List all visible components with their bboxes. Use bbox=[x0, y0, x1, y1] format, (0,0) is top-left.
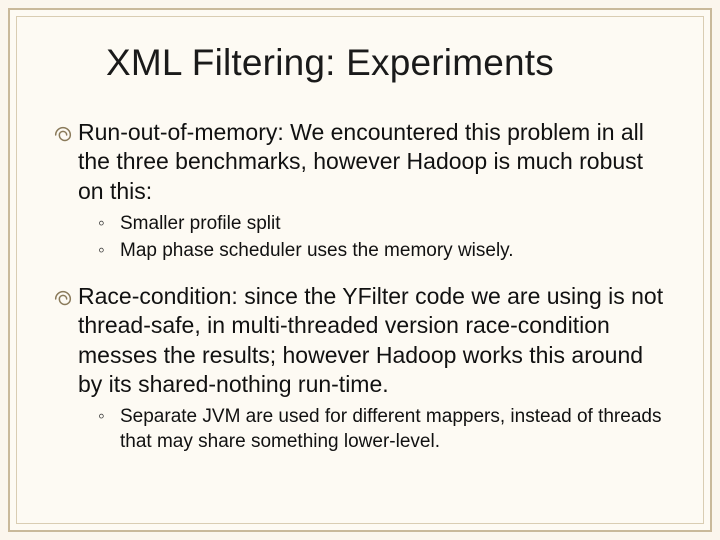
swirl-bullet-icon bbox=[52, 288, 74, 310]
slide-frame: XML Filtering: Experiments Run-out-of-me… bbox=[8, 8, 712, 532]
sub-bullet-icon: ◦ bbox=[98, 405, 114, 430]
sub-text: Separate JVM are used for different mapp… bbox=[120, 405, 668, 454]
sub-item: ◦ Smaller profile split bbox=[98, 212, 668, 237]
bullet-text: Run-out-of-memory: We encountered this p… bbox=[78, 118, 668, 206]
bullet-item: Race-condition: since the YFilter code w… bbox=[52, 282, 668, 400]
bullet-text: Race-condition: since the YFilter code w… bbox=[78, 282, 668, 400]
bullet-item: Run-out-of-memory: We encountered this p… bbox=[52, 118, 668, 206]
sub-list: ◦ Smaller profile split ◦ Map phase sche… bbox=[98, 212, 668, 263]
sub-bullet-icon: ◦ bbox=[98, 239, 114, 264]
sub-list: ◦ Separate JVM are used for different ma… bbox=[98, 405, 668, 454]
swirl-bullet-icon bbox=[52, 124, 74, 146]
sub-text: Smaller profile split bbox=[120, 212, 281, 237]
sub-bullet-icon: ◦ bbox=[98, 212, 114, 237]
sub-item: ◦ Map phase scheduler uses the memory wi… bbox=[98, 239, 668, 264]
slide-content: XML Filtering: Experiments Run-out-of-me… bbox=[24, 24, 696, 516]
sub-item: ◦ Separate JVM are used for different ma… bbox=[98, 405, 668, 454]
sub-text: Map phase scheduler uses the memory wise… bbox=[120, 239, 514, 264]
slide-title: XML Filtering: Experiments bbox=[106, 42, 668, 84]
